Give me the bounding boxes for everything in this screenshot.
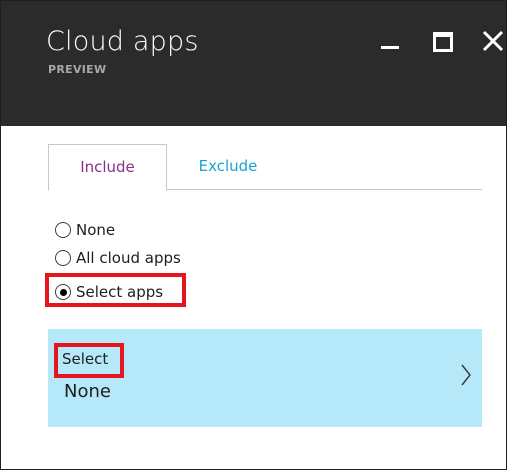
tab-exclude[interactable]: Exclude (188, 144, 268, 189)
tab-include[interactable]: Include (48, 144, 167, 191)
radio-none[interactable]: None (55, 221, 145, 243)
close-icon[interactable] (478, 26, 506, 56)
minimize-icon[interactable] (377, 26, 405, 56)
radio-all-cloud-apps-button[interactable] (55, 250, 71, 266)
select-apps-highlight-box (45, 273, 186, 307)
include-exclude-tabs: Include Exclude (48, 144, 482, 191)
selected-apps-value: None (64, 381, 111, 402)
select-apps-panel[interactable]: Select None (48, 329, 482, 427)
radio-none-label: None (76, 221, 116, 239)
blade-subtitle: PREVIEW (48, 63, 107, 76)
maximize-icon[interactable] (429, 26, 457, 56)
radio-all-cloud-apps-label: All cloud apps (76, 249, 181, 267)
radio-none-button[interactable] (55, 222, 71, 238)
cloud-apps-blade: Cloud apps PREVIEW Include Exclude None … (0, 0, 507, 470)
tab-divider (166, 189, 482, 190)
blade-title: Cloud apps (46, 26, 199, 57)
blade-header: Cloud apps PREVIEW (1, 1, 506, 126)
radio-all-cloud-apps[interactable]: All cloud apps (55, 249, 215, 271)
select-label: Select (62, 350, 109, 368)
window-controls (377, 26, 506, 56)
chevron-right-icon (461, 364, 471, 386)
